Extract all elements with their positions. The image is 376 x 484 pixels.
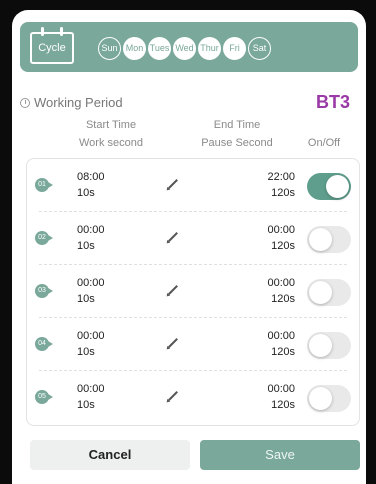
end-time-value: 22:00 bbox=[267, 171, 295, 183]
end-time-header: End Time bbox=[213, 119, 261, 131]
schedule-row: 03 00:00 10s 00:00 120s bbox=[27, 265, 359, 318]
cancel-button[interactable]: Cancel bbox=[30, 440, 190, 470]
end-time-value: 00:00 bbox=[267, 277, 295, 289]
start-time-value: 00:00 bbox=[77, 224, 105, 236]
edit-pencil-icon[interactable] bbox=[168, 232, 178, 242]
day-sun-button[interactable]: Sun bbox=[98, 37, 121, 60]
calendar-ring-icon bbox=[60, 27, 63, 36]
save-button[interactable]: Save bbox=[200, 440, 360, 470]
working-period-label: Working Period bbox=[34, 95, 123, 110]
on-off-toggle[interactable] bbox=[307, 173, 351, 200]
toggle-knob bbox=[309, 228, 332, 251]
schedule-row: 05 00:00 10s 00:00 120s bbox=[27, 371, 359, 424]
on-off-header: On/Off bbox=[307, 137, 341, 149]
cycle-label: Cycle bbox=[38, 42, 66, 54]
pause-second-header: Pause Second bbox=[201, 137, 273, 149]
toggle-knob bbox=[309, 334, 332, 357]
day-selector: Sun Mon Tues Wed Thur Fri Sat bbox=[98, 37, 271, 60]
day-mon-button[interactable]: Mon bbox=[123, 37, 146, 60]
start-time-value: 00:00 bbox=[77, 330, 105, 342]
row-index-badge: 05 bbox=[35, 390, 53, 404]
schedule-row: 01 08:00 10s 22:00 120s bbox=[27, 159, 359, 212]
start-time-value: 00:00 bbox=[77, 277, 105, 289]
cycle-day-bar: Cycle Sun Mon Tues Wed Thur Fri Sat bbox=[20, 22, 358, 72]
schedule-row: 04 00:00 10s 00:00 120s bbox=[27, 318, 359, 371]
row-index-badge: 01 bbox=[35, 178, 53, 192]
edit-pencil-icon[interactable] bbox=[168, 338, 178, 348]
row-index-badge: 02 bbox=[35, 231, 53, 245]
toggle-knob bbox=[309, 281, 332, 304]
pause-second-value: 120s bbox=[271, 346, 295, 358]
edit-pencil-icon[interactable] bbox=[168, 391, 178, 401]
on-off-toggle[interactable] bbox=[307, 226, 351, 253]
toggle-knob bbox=[326, 175, 349, 198]
on-off-toggle[interactable] bbox=[307, 279, 351, 306]
day-tues-button[interactable]: Tues bbox=[148, 37, 171, 60]
pause-second-value: 120s bbox=[271, 187, 295, 199]
day-wed-button[interactable]: Wed bbox=[173, 37, 196, 60]
work-second-header: Work second bbox=[79, 137, 143, 149]
work-second-value: 10s bbox=[77, 346, 95, 358]
end-time-value: 00:00 bbox=[267, 383, 295, 395]
end-time-value: 00:00 bbox=[267, 224, 295, 236]
schedule-row: 02 00:00 10s 00:00 120s bbox=[27, 212, 359, 265]
edit-pencil-icon[interactable] bbox=[168, 179, 178, 189]
working-period-header: Working Period BT3 bbox=[20, 92, 360, 114]
clock-icon bbox=[20, 98, 30, 108]
work-second-value: 10s bbox=[77, 293, 95, 305]
on-off-toggle[interactable] bbox=[307, 332, 351, 359]
work-second-value: 10s bbox=[77, 240, 95, 252]
row-index-badge: 03 bbox=[35, 284, 53, 298]
end-time-value: 00:00 bbox=[267, 330, 295, 342]
pause-second-value: 120s bbox=[271, 399, 295, 411]
toggle-knob bbox=[309, 387, 332, 410]
start-time-header: Start Time bbox=[85, 119, 137, 131]
row-index-badge: 04 bbox=[35, 337, 53, 351]
day-sat-button[interactable]: Sat bbox=[248, 37, 271, 60]
day-fri-button[interactable]: Fri bbox=[223, 37, 246, 60]
cycle-calendar-button[interactable]: Cycle bbox=[30, 27, 74, 64]
start-time-value: 08:00 bbox=[77, 171, 105, 183]
edit-pencil-icon[interactable] bbox=[168, 285, 178, 295]
on-off-toggle[interactable] bbox=[307, 385, 351, 412]
pause-second-value: 120s bbox=[271, 240, 295, 252]
pause-second-value: 120s bbox=[271, 293, 295, 305]
start-time-value: 00:00 bbox=[77, 383, 105, 395]
calendar-ring-icon bbox=[41, 27, 44, 36]
device-label: BT3 bbox=[315, 92, 350, 112]
day-thur-button[interactable]: Thur bbox=[198, 37, 221, 60]
work-second-value: 10s bbox=[77, 187, 95, 199]
schedule-panel: Cycle Sun Mon Tues Wed Thur Fri Sat Working Pe… bbox=[12, 10, 366, 484]
schedule-list: 01 08:00 10s 22:00 120s 02 00:00 10s 00:00 120s 03… bbox=[26, 158, 360, 426]
work-second-value: 10s bbox=[77, 399, 95, 411]
